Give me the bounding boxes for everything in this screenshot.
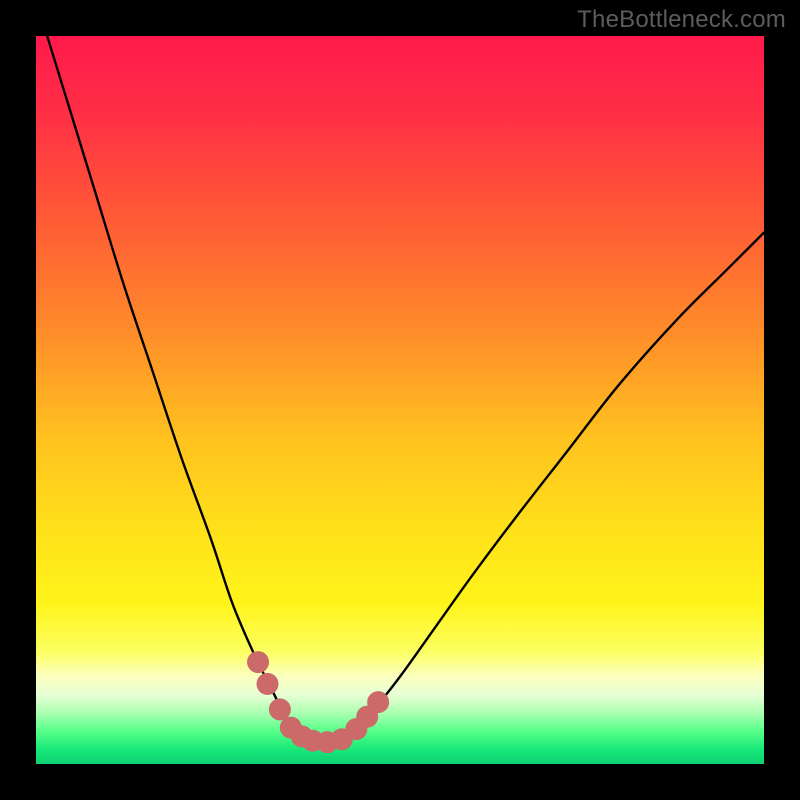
plot-background <box>36 36 764 764</box>
curve-marker <box>247 651 269 673</box>
curve-marker <box>367 691 389 713</box>
watermark-text: TheBottleneck.com <box>577 6 786 34</box>
curve-marker <box>257 673 279 695</box>
chart-frame: TheBottleneck.com <box>0 0 800 800</box>
bottleneck-chart <box>0 0 800 800</box>
